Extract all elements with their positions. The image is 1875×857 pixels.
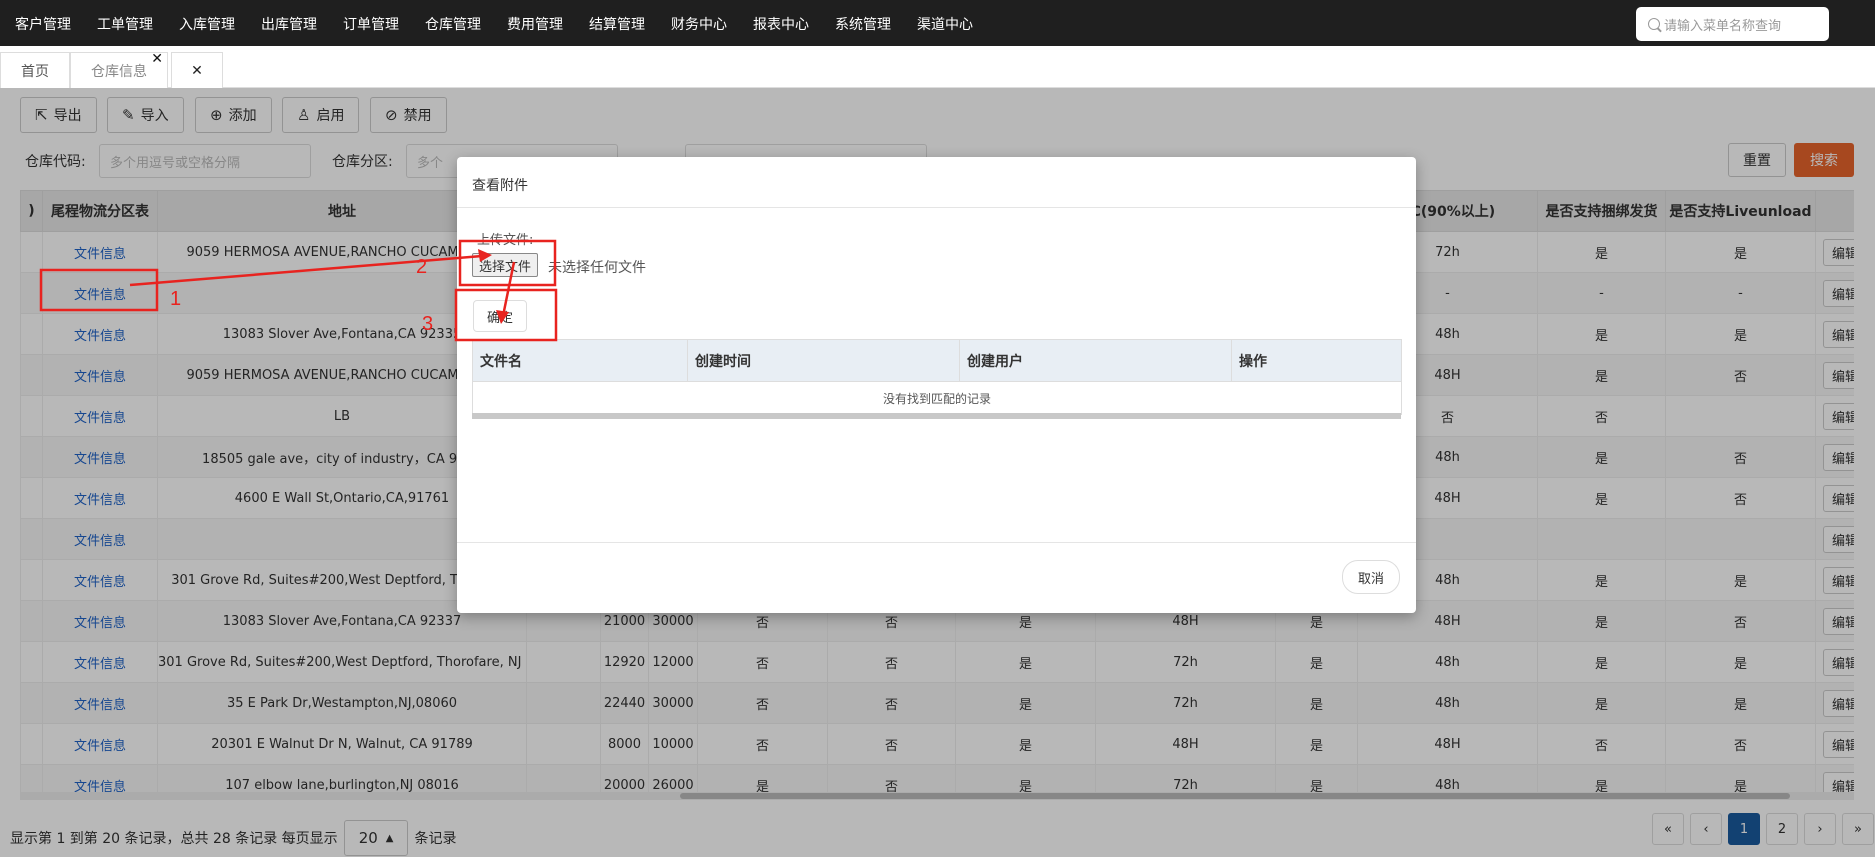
tab-warehouse-info[interactable]: 仓库信息 ✕ xyxy=(70,51,168,88)
dialog-header-divider xyxy=(457,207,1416,208)
column-file-name: 文件名 xyxy=(472,339,688,382)
search-icon xyxy=(1648,18,1660,30)
cancel-button[interactable]: 取消 xyxy=(1342,560,1400,594)
close-all-tabs-button[interactable]: ✕ xyxy=(171,52,223,88)
attachment-table-header: 文件名 创建时间 创建用户 操作 xyxy=(472,339,1402,382)
menu-search-placeholder: 请输入菜单名称查询 xyxy=(1664,18,1782,34)
upload-file-label: 上传文件: xyxy=(477,233,534,248)
dialog-title: 查看附件 xyxy=(472,178,528,194)
tab-home-label: 首页 xyxy=(21,63,49,80)
nav-outbound-management[interactable]: 出库管理 xyxy=(261,14,317,34)
nav-report-center[interactable]: 报表中心 xyxy=(753,14,809,34)
nav-ticket-management[interactable]: 工单管理 xyxy=(97,14,153,34)
nav-finance-center[interactable]: 财务中心 xyxy=(671,14,727,34)
column-created-user: 创建用户 xyxy=(959,339,1232,382)
nav-fee-management[interactable]: 费用管理 xyxy=(507,14,563,34)
tab-home[interactable]: 首页 xyxy=(0,52,70,88)
column-created-time: 创建时间 xyxy=(687,339,960,382)
confirm-button[interactable]: 确定 xyxy=(473,300,527,332)
dialog-footer-divider xyxy=(457,542,1416,543)
no-file-selected-text: 未选择任何文件 xyxy=(548,260,646,276)
nav-customer-management[interactable]: 客户管理 xyxy=(15,14,71,34)
nav-warehouse-management[interactable]: 仓库管理 xyxy=(425,14,481,34)
attachment-table: 文件名 创建时间 创建用户 操作 没有找到匹配的记录 xyxy=(472,339,1402,415)
column-actions: 操作 xyxy=(1231,339,1402,382)
menu-search-input[interactable]: 请输入菜单名称查询 xyxy=(1636,7,1829,41)
tab-close-icon[interactable]: ✕ xyxy=(151,51,163,67)
page-tabs: 首页 仓库信息 ✕ ✕ xyxy=(0,46,1875,88)
tab-warehouse-info-label: 仓库信息 xyxy=(91,63,147,80)
attachment-dialog: 查看附件 上传文件: 选择文件 未选择任何文件 确定 文件名 创建时间 创建用户… xyxy=(457,157,1416,613)
nav-inbound-management[interactable]: 入库管理 xyxy=(179,14,235,34)
attachment-scrollbar[interactable] xyxy=(472,413,1401,419)
nav-order-management[interactable]: 订单管理 xyxy=(343,14,399,34)
nav-settlement-management[interactable]: 结算管理 xyxy=(589,14,645,34)
choose-file-button[interactable]: 选择文件 xyxy=(472,253,539,277)
nav-system-management[interactable]: 系统管理 xyxy=(835,14,891,34)
empty-row: 没有找到匹配的记录 xyxy=(472,381,1402,415)
top-nav-bar: 客户管理 工单管理 入库管理 出库管理 订单管理 仓库管理 费用管理 结算管理 … xyxy=(0,0,1875,46)
empty-message: 没有找到匹配的记录 xyxy=(472,381,1402,415)
close-icon: ✕ xyxy=(191,62,203,79)
nav-channel-center[interactable]: 渠道中心 xyxy=(917,14,973,34)
